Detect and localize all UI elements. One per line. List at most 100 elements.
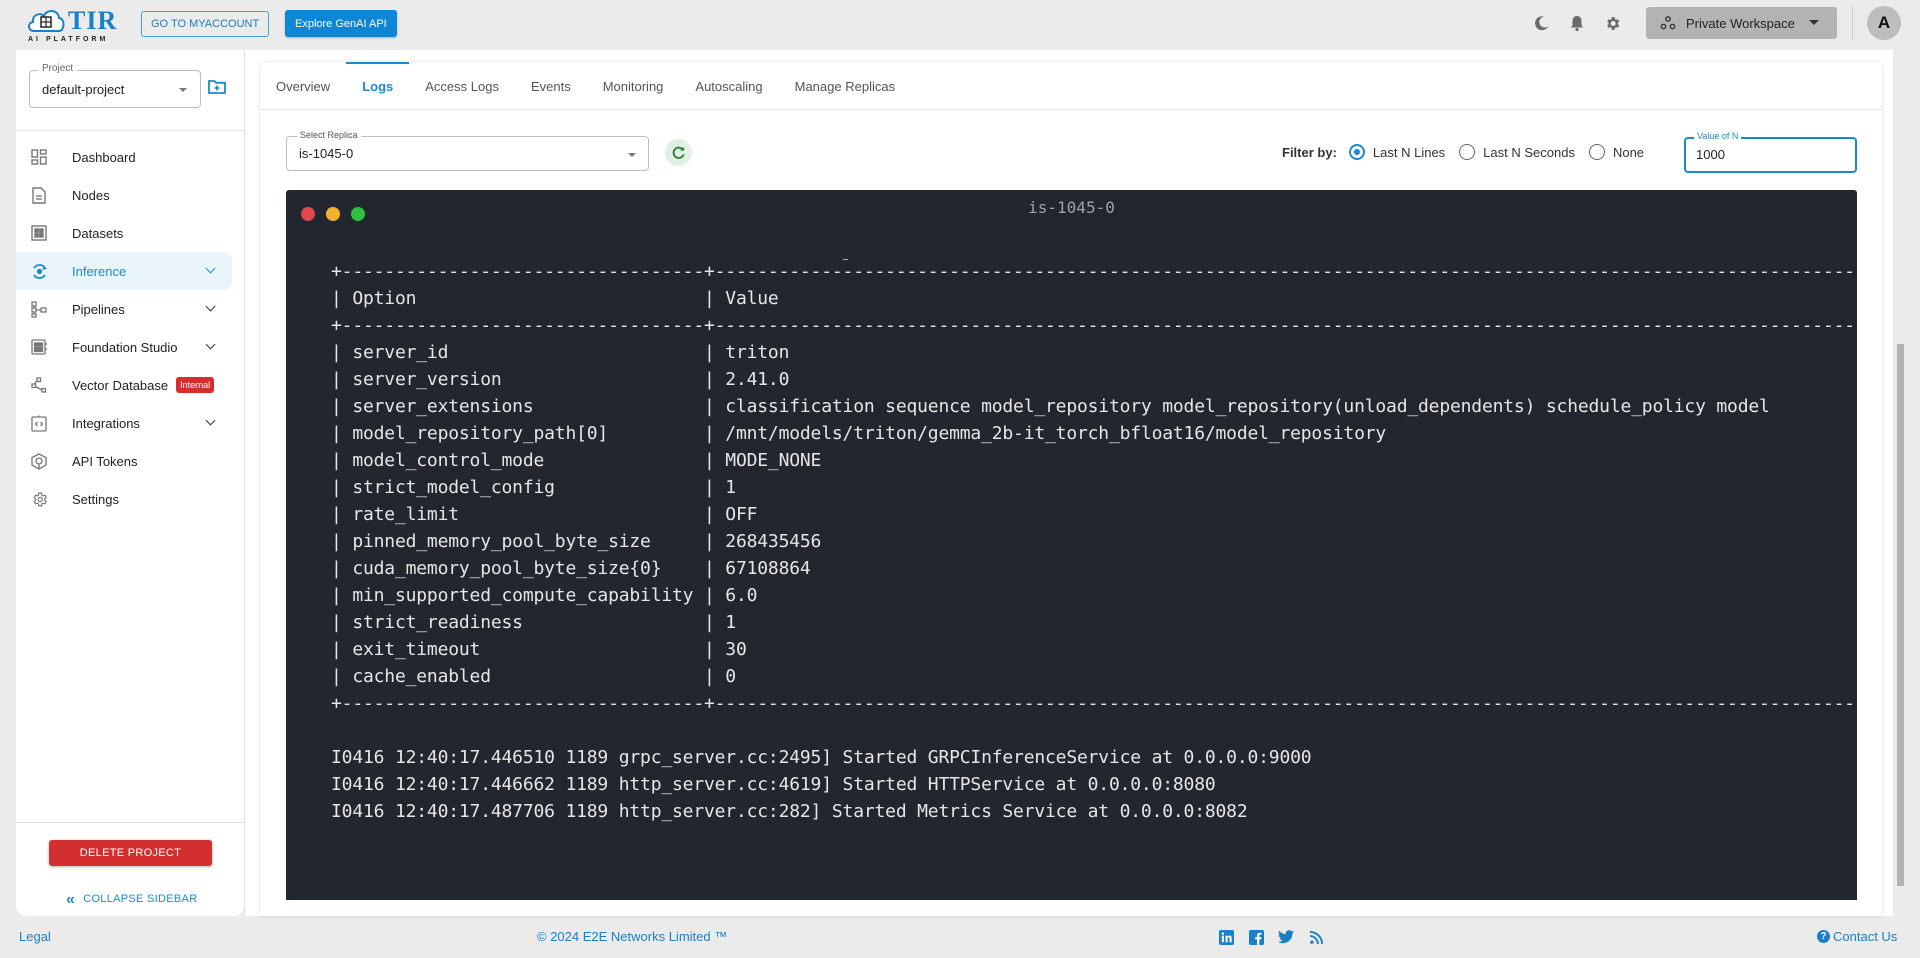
caret-down-icon [179, 88, 187, 92]
sidebar-item-label: Integrations [72, 415, 140, 431]
top-bar: TIR AI PLATFORM GO TO MYACCOUNT Explore … [0, 0, 1920, 46]
gear-icon[interactable] [1602, 13, 1622, 33]
radio-last-n-seconds[interactable] [1459, 144, 1476, 160]
sidebar-item-nodes[interactable]: Nodes [16, 176, 232, 214]
table-row: | model_control_mode | MODE_NONE [331, 450, 822, 471]
token-icon [30, 452, 48, 470]
collapse-sidebar-label: COLLAPSE SIDEBAR [83, 893, 198, 905]
chevron-down-icon [205, 301, 216, 312]
workspace-icon [1660, 16, 1676, 30]
tab-bar: Overview Logs Access Logs Events Monitor… [260, 62, 1882, 110]
user-avatar[interactable]: A [1867, 6, 1901, 40]
project-select-value: default-project [42, 82, 125, 97]
sidebar-item-foundation-studio[interactable]: Foundation Studio [16, 328, 232, 366]
log-line: I0416 12:40:17.446662 1189 http_server.c… [331, 774, 1216, 795]
sidebar: Project default-project Dashboard Nodes … [16, 50, 245, 916]
terminal-title: is-1045-0 [1028, 198, 1115, 217]
radio-none[interactable] [1588, 144, 1605, 160]
chevron-down-icon [205, 339, 216, 350]
twitter-icon[interactable] [1277, 928, 1295, 946]
tab-overview[interactable]: Overview [260, 62, 346, 110]
tab-autoscaling[interactable]: Autoscaling [679, 62, 778, 110]
sidebar-item-integrations[interactable]: Integrations [16, 404, 232, 442]
table-border: +----------------------------------+----… [331, 315, 1857, 336]
social-links [1217, 928, 1325, 946]
log-line: I0416 12:40:17.487706 1189 http_server.c… [331, 801, 1248, 822]
pipeline-icon [30, 300, 48, 318]
facebook-icon[interactable] [1247, 928, 1265, 946]
tab-monitoring[interactable]: Monitoring [587, 62, 680, 110]
table-row: | server_version | 2.41.0 [331, 369, 790, 390]
log-line: I0416 12:40:17.446510 1189 grpc_server.c… [331, 747, 1312, 768]
bell-icon[interactable] [1567, 13, 1587, 33]
sidebar-item-label: Datasets [72, 225, 124, 241]
delete-project-button[interactable]: DELETE PROJECT [49, 840, 212, 866]
tab-manage-replicas[interactable]: Manage Replicas [779, 62, 911, 110]
project-select[interactable]: Project default-project [29, 63, 201, 108]
settings-icon [30, 490, 48, 508]
table-row: | strict_model_config | 1 [331, 477, 736, 498]
table-row: | strict_readiness | 1 [331, 612, 736, 633]
value-of-n-input[interactable] [1696, 147, 1846, 162]
add-folder-icon[interactable] [208, 79, 226, 95]
document-icon [30, 186, 48, 204]
table-row: | server_extensions | classification seq… [331, 396, 1770, 417]
project-select-label: Project [38, 63, 78, 74]
chevron-down-icon [205, 263, 216, 274]
log-output: +----------------------------------+----… [331, 258, 1857, 825]
filter-group: Filter by: Last N Lines Last N Seconds N… [1282, 144, 1658, 160]
workspace-selector[interactable]: Private Workspace [1646, 7, 1837, 39]
sidebar-item-settings[interactable]: Settings [16, 480, 232, 518]
explore-genai-api-button[interactable]: Explore GenAI API [285, 10, 397, 37]
sidebar-item-label: Vector Database [72, 377, 169, 393]
collapse-sidebar-button[interactable]: « COLLAPSE SIDEBAR [66, 891, 198, 907]
sidebar-item-vector-database[interactable]: Vector Database Internal [16, 366, 232, 404]
table-border: +----------------------------------+----… [331, 693, 1857, 714]
sidebar-item-dashboard[interactable]: Dashboard [16, 138, 232, 176]
value-of-n-field[interactable]: Value of N [1684, 131, 1857, 173]
table-row: | model_repository_path[0] | /mnt/models… [331, 423, 1387, 444]
sidebar-item-label: Dashboard [72, 149, 136, 165]
table-header: | Option | Value [331, 288, 779, 309]
cloud-logo-icon [28, 10, 65, 32]
rss-icon[interactable] [1307, 928, 1325, 946]
logs-card: Overview Logs Access Logs Events Monitor… [260, 62, 1882, 916]
sidebar-item-label: Inference [72, 263, 127, 279]
table-row: | rate_limit | OFF [331, 504, 758, 525]
logo-text: TIR [68, 6, 118, 35]
vector-icon [30, 376, 48, 394]
legal-link[interactable]: Legal [19, 929, 51, 944]
table-row: | cuda_memory_pool_byte_size{0} | 671088… [331, 558, 811, 579]
linkedin-icon[interactable] [1217, 928, 1235, 946]
tab-logs[interactable]: Logs [346, 62, 410, 110]
chevron-down-icon [205, 415, 216, 426]
sidebar-item-label: API Tokens [72, 453, 138, 469]
log-terminal[interactable]: is-1045-0 +-----------------------------… [286, 190, 1857, 900]
sidebar-item-label: Settings [72, 491, 119, 507]
sidebar-item-api-tokens[interactable]: API Tokens [16, 442, 232, 480]
sidebar-item-inference[interactable]: Inference [16, 252, 232, 290]
divider [1852, 6, 1853, 40]
workspace-label: Private Workspace [1686, 15, 1795, 31]
sidebar-nav: Dashboard Nodes Datasets Inference Pipel… [16, 138, 244, 518]
dashboard-icon [30, 148, 48, 166]
moon-icon[interactable] [1532, 13, 1552, 33]
copyright-text: © 2024 E2E Networks Limited ™ [537, 929, 728, 944]
go-to-myaccount-button[interactable]: GO TO MYACCOUNT [141, 11, 270, 37]
inference-icon [30, 262, 48, 280]
sidebar-item-pipelines[interactable]: Pipelines [16, 290, 232, 328]
caret-down-icon [1809, 20, 1819, 25]
footer: Legal © 2024 E2E Networks Limited ™ ? Co… [0, 916, 1920, 958]
caret-down-icon [628, 153, 636, 157]
tab-events[interactable]: Events [515, 62, 587, 110]
sidebar-item-datasets[interactable]: Datasets [16, 214, 232, 252]
radio-last-n-lines[interactable] [1348, 144, 1365, 160]
scrollbar-thumb[interactable] [1897, 344, 1904, 886]
refresh-button[interactable] [665, 139, 692, 166]
tir-logo[interactable]: TIR AI PLATFORM [26, 6, 118, 44]
replica-select[interactable]: Select Replica is-1045-0 [286, 130, 649, 171]
tab-access-logs[interactable]: Access Logs [409, 62, 515, 110]
integrations-icon [30, 414, 48, 432]
contact-us-link[interactable]: ? Contact Us [1817, 929, 1897, 944]
divider [16, 822, 244, 823]
